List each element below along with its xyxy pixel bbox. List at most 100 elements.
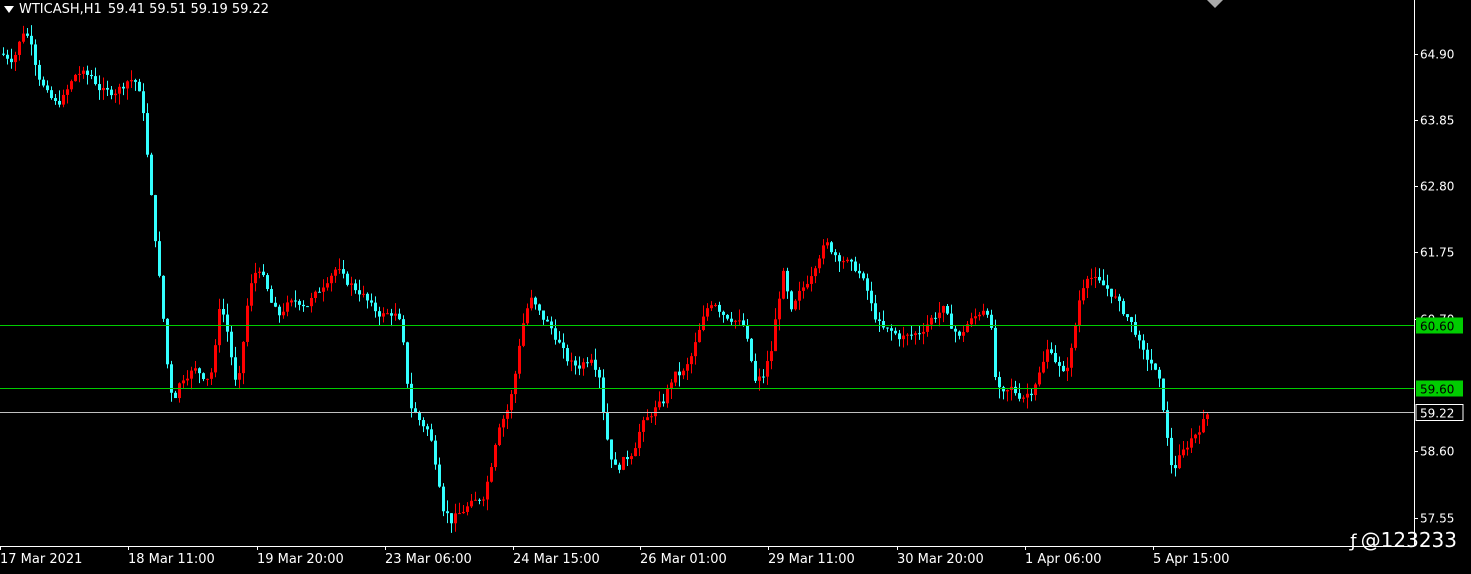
candle-body [1034, 384, 1037, 396]
candle-body [950, 313, 953, 329]
candle-body [834, 252, 837, 256]
candle-body [906, 334, 909, 336]
candle-body [378, 311, 381, 317]
chart-header: WTICASH,H1 59.41 59.51 59.19 59.22 [4, 2, 269, 17]
candle-body [842, 261, 845, 263]
candle-body [358, 290, 361, 295]
candle-body [1134, 322, 1137, 335]
candle-body [978, 314, 981, 317]
candle-body [414, 408, 417, 413]
candle-body [426, 426, 429, 430]
x-tick-label: 24 Mar 15:00 [513, 552, 600, 567]
candle-body [1122, 301, 1125, 315]
candle-body [66, 89, 69, 95]
candle-body [78, 73, 81, 75]
candle-body [598, 369, 601, 378]
candle-body [622, 457, 625, 470]
candle-body [238, 373, 241, 380]
candle-body [534, 297, 537, 305]
candle-body [618, 464, 621, 470]
candle-body [962, 332, 965, 336]
candle-body [774, 319, 777, 352]
candle-body [902, 335, 905, 340]
candle-body [954, 328, 957, 332]
candle-body [182, 380, 185, 384]
candle-body [702, 316, 705, 330]
candle-body [442, 486, 445, 512]
candle-body [1126, 314, 1129, 318]
chart-shift-marker-icon[interactable] [1207, 0, 1223, 8]
y-tick-label: 62.80 [1420, 180, 1454, 194]
candle-body [886, 327, 889, 329]
candle-body [742, 320, 745, 326]
candle-body [438, 464, 441, 487]
candle-body [826, 242, 829, 246]
candle-body [18, 41, 21, 55]
candle-body [530, 297, 533, 309]
candle-body [554, 328, 557, 340]
price-chart[interactable]: 64.9063.8562.8061.7560.7058.6057.55 17 M… [0, 0, 1471, 574]
candle-body [206, 378, 209, 380]
candle-body [542, 310, 545, 320]
watermark: ƒ @123233 [1350, 528, 1457, 552]
candle-body [350, 283, 353, 285]
candle-body [54, 98, 57, 101]
candle-body [1206, 414, 1209, 420]
candle-body [1014, 386, 1017, 394]
candle-body [1154, 363, 1157, 370]
candle-body [38, 64, 41, 80]
candle-body [346, 273, 349, 285]
candle-body [494, 444, 497, 468]
candle-body [398, 313, 401, 320]
candle-body [94, 76, 97, 85]
candle-body [730, 318, 733, 322]
candle-body [1050, 349, 1053, 353]
candle-body [630, 456, 633, 460]
dropdown-triangle-icon[interactable] [4, 6, 14, 13]
candle-body [562, 342, 565, 349]
candle-body [746, 325, 749, 339]
candle-body [894, 330, 897, 334]
candle-body [570, 360, 573, 362]
candle-body [922, 331, 925, 334]
candle-body [202, 373, 205, 380]
candle-body [714, 304, 717, 306]
candle-body [14, 54, 17, 63]
candle-body [86, 70, 89, 75]
candle-body [82, 70, 85, 74]
candle-body [394, 313, 397, 316]
candle-body [354, 283, 357, 291]
watermark-text: @123233 [1360, 528, 1457, 552]
candle-body [486, 481, 489, 500]
candle-body [1070, 347, 1073, 368]
candle-body [846, 259, 849, 262]
y-tick-label: 61.75 [1420, 246, 1454, 260]
candle-body [458, 513, 461, 515]
candle-body [790, 291, 793, 310]
candle-body [374, 302, 377, 312]
candle-body [330, 275, 333, 284]
candle-body [462, 511, 465, 514]
candle-body [970, 318, 973, 325]
candle-body [606, 412, 609, 440]
candle-body [762, 376, 765, 378]
candle-body [1102, 280, 1105, 286]
candle-body [110, 89, 113, 96]
candle-body [1202, 419, 1205, 433]
candle-body [282, 311, 285, 316]
candle-body [1026, 393, 1029, 398]
candle-body [626, 457, 629, 460]
candle-body [126, 81, 129, 89]
candle-body [118, 86, 121, 94]
candle-body [434, 440, 437, 465]
candle-body [498, 427, 501, 445]
candle-body [958, 331, 961, 336]
candle-body [1086, 278, 1089, 289]
weibo-logo-icon: ƒ [1350, 531, 1357, 552]
candle-body [590, 359, 593, 363]
candle-body [62, 94, 65, 105]
candle-body [794, 300, 797, 310]
candle-body [810, 276, 813, 284]
candle-body [890, 328, 893, 331]
candle-body [2, 53, 5, 55]
